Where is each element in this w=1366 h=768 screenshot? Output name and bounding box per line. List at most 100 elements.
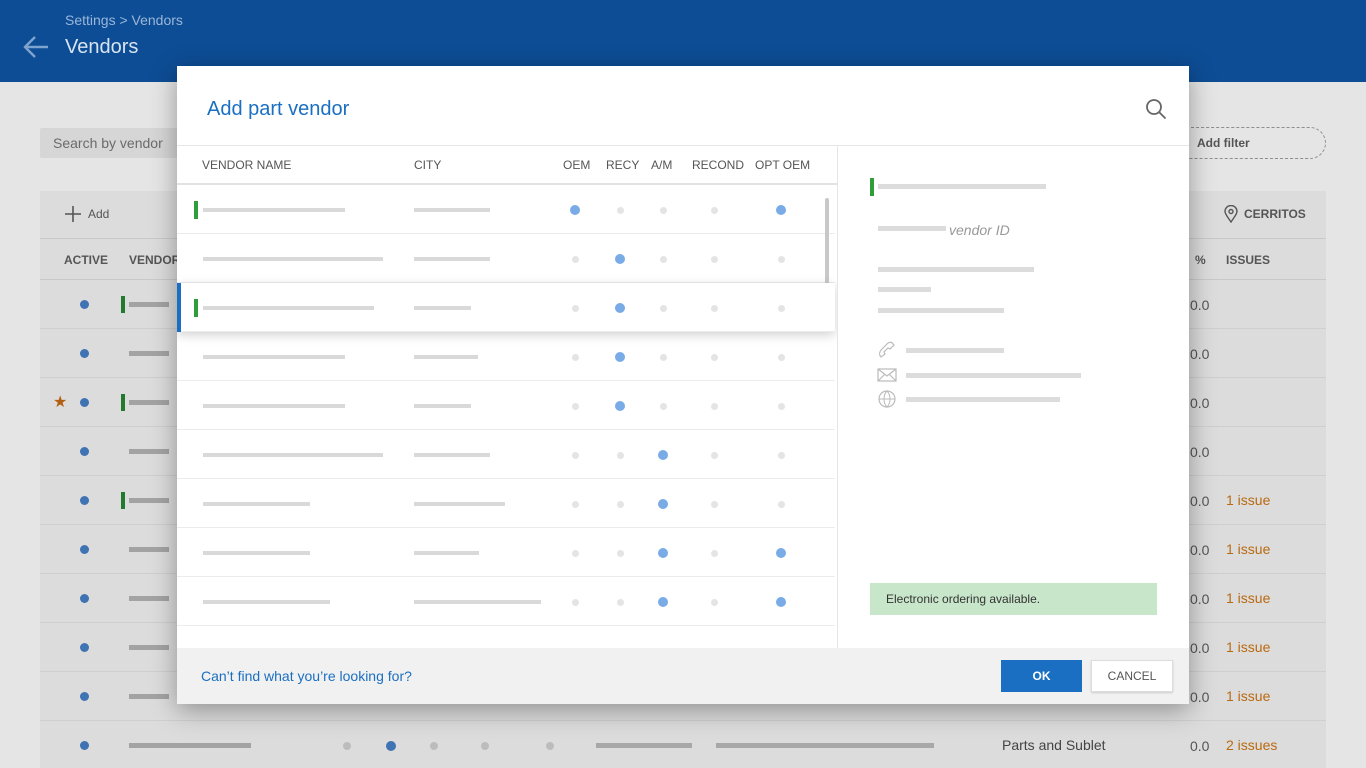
city-placeholder [414,600,541,604]
opt-oem-flag [777,403,785,410]
vendor-name-placeholder [129,645,169,650]
issues-link[interactable]: 1 issue [1226,492,1270,508]
issues-link[interactable]: 1 issue [1226,639,1270,655]
recy-flag [616,452,624,459]
active-indicator [80,692,89,701]
table-row[interactable]: Parts and Sublet 0.0 2 issues [40,721,1326,768]
vendor-list: VENDOR NAME CITY OEM RECY A/M RECOND OPT… [177,146,838,648]
recond-flag [710,599,718,606]
recond-flag [710,550,718,557]
opt-oem-flag [776,205,786,215]
vendor-name-placeholder [203,600,330,604]
issues-link[interactable]: 1 issue [1226,541,1270,557]
percent-value: 0.0 [1190,444,1210,460]
ok-button[interactable]: OK [1001,660,1082,692]
active-indicator [80,447,89,456]
col-pct[interactable]: % [1195,253,1206,267]
vendor-row[interactable] [177,185,835,234]
recy-flag [615,401,625,411]
location-pin-icon [1224,205,1238,223]
vendor-row[interactable] [177,234,835,283]
percent-value: 0.0 [1190,689,1210,705]
col-oem[interactable]: OEM [563,158,590,172]
favorite-star-icon[interactable]: ★ [53,392,67,412]
cancel-button[interactable]: CANCEL [1091,660,1173,692]
col-am[interactable]: A/M [651,158,672,172]
vendor-search-input[interactable]: Search by vendor [40,128,190,158]
col-opt-oem[interactable]: OPT OEM [755,158,810,172]
mail-icon [877,368,897,382]
col-vendor-name[interactable]: VENDOR NAME [202,158,291,172]
city-placeholder [414,551,479,555]
col-active[interactable]: ACTIVE [64,253,108,267]
percent-value: 0.0 [1190,297,1210,313]
vendor-name-placeholder [203,404,345,408]
vendor-row[interactable] [177,332,835,381]
percent-value: 0.0 [1190,395,1210,411]
recy-flag [615,352,625,362]
col-recond[interactable]: RECOND [692,158,744,172]
detail-website [906,397,1060,402]
vendor-row[interactable] [177,479,835,528]
percent-value: 0.0 [1190,640,1210,656]
am-flag [658,450,668,460]
address-placeholder [716,743,934,748]
vendor-name-placeholder [129,743,251,748]
recy-flag [616,207,624,214]
vendor-name-placeholder [129,596,169,601]
active-indicator [80,643,89,652]
location-selector[interactable]: CERRITOS [1224,205,1306,223]
vendor-status-marker [121,296,125,313]
recond-flag [710,207,718,214]
issues-link[interactable]: 1 issue [1226,688,1270,704]
oem-flag [571,501,579,508]
vendor-status-marker [121,394,125,411]
recy-flag [616,501,624,508]
vendor-row[interactable] [177,528,835,577]
city-placeholder [414,502,505,506]
col-recy[interactable]: RECY [606,158,639,172]
vendor-name-placeholder [129,351,169,356]
recond-flag [710,354,718,361]
vendor-name-placeholder [203,502,310,506]
vendor-name-placeholder [129,547,169,552]
vendor-row[interactable] [177,430,835,479]
vendor-row-selected[interactable] [177,283,835,332]
search-icon[interactable] [1145,98,1167,120]
opt-oem-flag [777,305,785,312]
type-dot [430,742,438,750]
opt-oem-flag [776,548,786,558]
col-issues[interactable]: ISSUES [1226,253,1270,267]
active-indicator [80,594,89,603]
type-dot [481,742,489,750]
vendor-status-marker [194,201,198,219]
back-arrow-icon[interactable] [22,34,50,60]
recy-flag [615,254,625,264]
vendor-status-marker [194,299,198,317]
detail-address-line [878,308,1004,313]
dialog-title: Add part vendor [207,98,350,120]
am-flag [658,597,668,607]
am-flag [659,207,667,214]
oem-flag [571,452,579,459]
vendor-list-header: VENDOR NAME CITY OEM RECY A/M RECOND OPT… [177,146,837,185]
add-filter-button[interactable]: Add filter [1170,127,1326,159]
issues-link[interactable]: 1 issue [1226,590,1270,606]
oem-flag [571,305,579,312]
percent-value: 0.0 [1190,542,1210,558]
vendor-name-placeholder [203,453,383,457]
cant-find-link[interactable]: Can’t find what you’re looking for? [201,668,412,684]
opt-oem-flag [777,354,785,361]
breadcrumb[interactable]: Settings > Vendors [65,12,183,28]
issues-link[interactable]: 2 issues [1226,737,1277,753]
vendor-row[interactable] [177,577,835,626]
am-flag [659,305,667,312]
col-vendor[interactable]: VENDOR [129,253,180,267]
am-flag [659,354,667,361]
add-vendor-button[interactable]: Add [64,205,109,223]
type-dot [343,742,351,750]
percent-value: 0.0 [1190,738,1210,754]
vendor-row[interactable] [177,381,835,430]
col-city[interactable]: CITY [414,158,441,172]
vendor-name-placeholder [129,449,169,454]
